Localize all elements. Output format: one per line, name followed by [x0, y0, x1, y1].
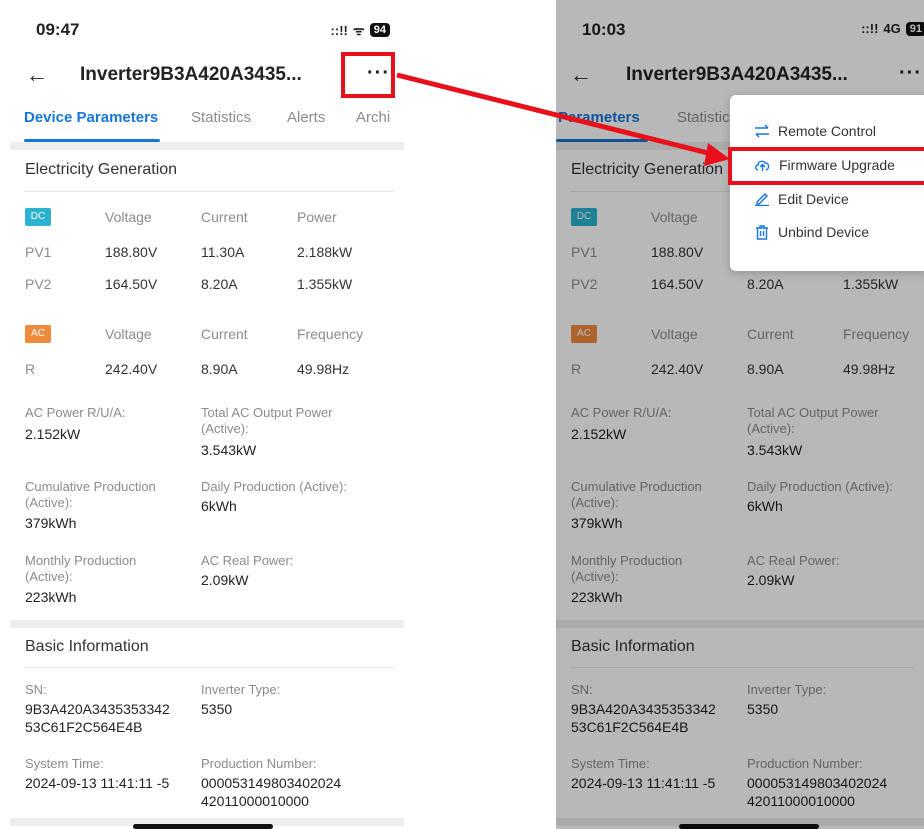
right-phone-screen: 10:03 ::!! 4G 91 ← Inverter9B3A420A3435.… — [556, 0, 924, 829]
page-title: Inverter9B3A420A3435... — [80, 64, 302, 85]
system-time-label: System Time: — [25, 756, 104, 771]
tab-archive[interactable]: Archi — [356, 109, 390, 126]
dc-tag: DC — [25, 208, 51, 226]
sn-value-line2: 53C61F2C564E4B — [25, 719, 143, 735]
tab-bar: Device Parameters Statistics Alerts Arch… — [10, 106, 404, 144]
home-indicator — [133, 824, 273, 829]
back-arrow-icon[interactable]: ← — [26, 62, 48, 88]
status-time: 09:47 — [36, 20, 80, 39]
battery-icon: 94 — [369, 23, 390, 37]
dc-row-label: PV1 — [25, 244, 52, 260]
section-title-basic-info: Basic Information — [25, 638, 149, 655]
stat-value: 6kWh — [201, 498, 237, 514]
dc-cell: 164.50V — [105, 276, 158, 292]
section-separator — [10, 142, 404, 150]
dc-cell: 8.20A — [201, 276, 238, 292]
ac-cell: 242.40V — [105, 361, 158, 377]
highlight-box — [341, 52, 395, 98]
stat-label: AC Real Power: — [201, 553, 294, 568]
dc-header-voltage: Voltage — [105, 209, 152, 225]
transfer-icon — [755, 124, 769, 138]
production-number-line1: 000053149803402024 — [201, 775, 342, 791]
status-bar: 09:47 ::!! ᯤ 94 — [10, 0, 404, 58]
stat-label: Daily Production (Active): — [201, 479, 347, 494]
tab-alerts[interactable]: Alerts — [287, 109, 325, 126]
dc-header-power: Power — [297, 209, 337, 225]
left-phone-screen: 09:47 ::!! ᯤ 94 ← Inverter9B3A420A3435..… — [10, 0, 404, 829]
menu-item-unbind-device[interactable]: Unbind Device — [754, 224, 869, 240]
section-title-electricity: Electricity Generation — [25, 161, 178, 178]
ac-row-label: R — [25, 361, 36, 377]
menu-item-label: Remote Control — [778, 123, 877, 139]
dc-cell: 1.355kW — [297, 276, 353, 292]
ac-cell: 8.90A — [201, 361, 238, 377]
stat-value: 379kWh — [25, 515, 77, 531]
menu-item-edit-device[interactable]: Edit Device — [754, 191, 849, 207]
production-number-label: Production Number: — [201, 756, 317, 771]
divider — [24, 667, 394, 668]
wifi-icon: ᯤ — [352, 23, 365, 38]
menu-item-remote-control[interactable]: Remote Control — [754, 123, 876, 139]
stat-label: Total AC Output Power (Active): — [201, 405, 333, 436]
stat-label: AC Power R/U/A: — [25, 405, 126, 420]
signal-icon: ::!! — [330, 22, 348, 38]
stat-value: 3.543kW — [201, 442, 257, 458]
inverter-type-label: Inverter Type: — [201, 682, 281, 697]
ac-cell: 49.98Hz — [297, 361, 350, 377]
section-separator — [10, 620, 404, 628]
status-icons: ::!! ᯤ 94 — [331, 21, 390, 39]
stat-value: 223kWh — [25, 589, 77, 605]
pencil-icon — [755, 193, 769, 206]
menu-item-label: Edit Device — [778, 191, 849, 207]
dc-header-current: Current — [201, 209, 248, 225]
inverter-type-value: 5350 — [201, 701, 233, 717]
stat-value: 2.09kW — [201, 572, 249, 588]
dc-cell: 11.30A — [201, 244, 245, 260]
stat-label: Cumulative Production (Active): — [25, 479, 156, 510]
stat-label: Monthly Production (Active): — [25, 553, 137, 584]
tab-device-parameters[interactable]: Device Parameters — [24, 109, 158, 126]
sn-value-line1: 9B3A420A3435353342 — [25, 701, 170, 717]
production-number-line2: 42011000010000 — [201, 793, 309, 809]
ac-tag: AC — [25, 325, 51, 343]
ac-header-current: Current — [201, 326, 248, 342]
sn-label: SN: — [25, 682, 47, 697]
tab-statistics[interactable]: Statistics — [191, 109, 251, 126]
trash-icon — [756, 224, 768, 240]
system-time-value: 2024-09-13 11:41:11 -5 — [25, 775, 170, 791]
highlight-box — [728, 147, 924, 185]
dc-cell: 188.80V — [105, 244, 158, 260]
ac-header-voltage: Voltage — [105, 326, 152, 342]
menu-item-label: Unbind Device — [778, 224, 870, 240]
ac-header-frequency: Frequency — [297, 326, 364, 342]
stat-value: 2.152kW — [25, 426, 81, 442]
dc-row-label: PV2 — [25, 276, 52, 292]
divider — [24, 191, 394, 192]
dc-cell: 2.188kW — [297, 244, 353, 260]
